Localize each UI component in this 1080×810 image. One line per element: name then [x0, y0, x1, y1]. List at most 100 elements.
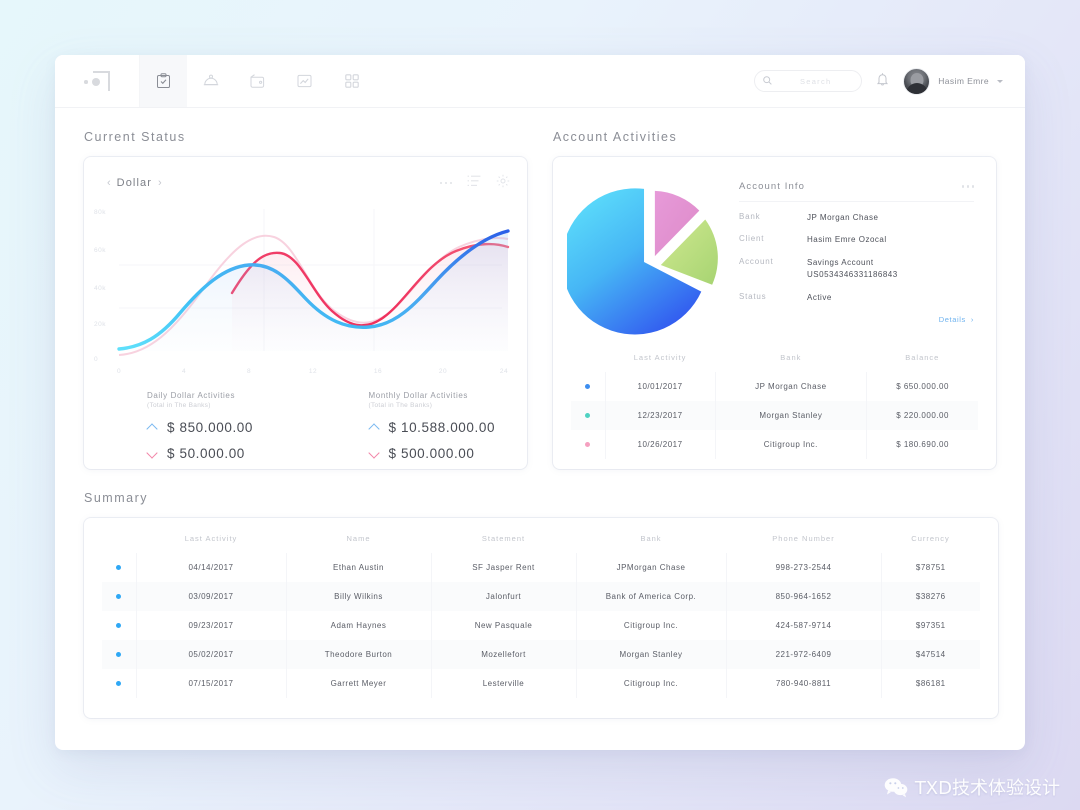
table-header-row: Last Activity Name Statement Bank Phone …	[102, 534, 980, 553]
col-balance: Balance	[905, 353, 940, 362]
account-info-row-client: Client Hasim Emre Ozocal	[739, 234, 974, 246]
app-header: Hasim Emre	[55, 55, 1025, 108]
cell-name: Adam Haynes	[285, 611, 431, 640]
account-info-title: Account Info	[739, 181, 806, 192]
search-box[interactable]	[754, 70, 863, 92]
field-value: Savings Account US0534346331186843	[807, 257, 898, 280]
x-tick-4: 4	[181, 368, 187, 375]
daily-dollar-activities: Daily Dollar Activities (Total in The Ba…	[84, 391, 306, 461]
cell-bank: JPMorgan Chase	[575, 553, 726, 582]
row-status-dot	[102, 640, 136, 669]
clipboard-check-icon	[156, 73, 171, 89]
nav-item-wallet[interactable]	[234, 55, 281, 107]
main-content: Current Status Account Activities ‹ Doll…	[55, 108, 1025, 718]
field-label: Client	[739, 234, 765, 244]
col-bank: Bank	[640, 534, 662, 543]
monthly-dollar-activities: Monthly Dollar Activities (Total in The …	[306, 391, 528, 461]
chevron-down-icon[interactable]	[997, 79, 1003, 83]
nav-item-chart-image[interactable]	[281, 55, 328, 107]
stat-title: Monthly Dollar Activities	[368, 391, 468, 400]
stat-subtitle: (Total in The Banks)	[368, 402, 433, 409]
cell-last-activity: 07/15/2017	[135, 669, 286, 698]
account-pie-chart	[553, 171, 739, 353]
col-currency: Currency	[911, 534, 950, 543]
cell-currency: $47514	[880, 640, 980, 669]
table-row[interactable]: 05/02/2017 Theodore Burton Mozellefort Morg…	[102, 640, 980, 669]
nav-item-service-bell[interactable]	[187, 55, 234, 107]
table-row[interactable]: 10/01/2017 JP Morgan Chase $ 650.000.00	[571, 372, 978, 401]
cell-phone: 850-964-1652	[725, 582, 881, 611]
cell-last-activity: 10/01/2017	[604, 372, 716, 401]
cell-phone: 424-587-9714	[725, 611, 881, 640]
summary-card: Last Activity Name Statement Bank Phone …	[84, 518, 998, 718]
cell-statement: Jalonfurt	[430, 582, 576, 611]
cell-currency: $86181	[880, 669, 980, 698]
chevron-right-icon: ›	[970, 314, 974, 324]
cell-balance: $ 650.000.00	[866, 372, 978, 401]
col-name: Name	[346, 534, 371, 543]
row-status-dot	[102, 582, 136, 611]
activity-table: Last Activity Bank Balance 10/01/2017 JP …	[571, 353, 978, 459]
chart-card-header: ‹ Dollar ›	[84, 171, 527, 195]
account-info-panel: Account Info Bank JP Morgan Chase Client…	[739, 171, 996, 353]
gear-icon[interactable]	[496, 174, 510, 193]
stat-subtitle: (Total in The Banks)	[147, 402, 211, 409]
table-row[interactable]: 12/23/2017 Morgan Stanley $ 220.000.00	[571, 401, 978, 430]
app-window: Hasim Emre Current Status Account Activi…	[55, 55, 1025, 750]
field-value: Active	[807, 292, 832, 302]
table-row[interactable]: 03/09/2017 Billy Wilkins Jalonfurt Bank of …	[102, 582, 980, 611]
cell-bank: Morgan Stanley	[575, 640, 726, 669]
more-dots-icon[interactable]	[961, 185, 974, 188]
account-info-row-account: Account Savings Account US05343463311868…	[739, 257, 974, 282]
cell-balance: $ 220.000.00	[866, 401, 978, 430]
bell-service-icon	[203, 74, 219, 88]
row-status-dot	[571, 372, 605, 401]
cell-statement: New Pasquale	[430, 611, 576, 640]
notification-bell-icon[interactable]	[876, 72, 889, 91]
col-last-activity: Last Activity	[184, 534, 238, 543]
nav-item-clipboard[interactable]	[140, 55, 187, 107]
logo-mark-icon	[84, 71, 110, 91]
col-bank: Bank	[780, 353, 802, 362]
x-tick-12: 12	[308, 368, 318, 375]
user-menu[interactable]: Hasim Emre	[903, 67, 1003, 95]
stat-up-row: $ 10.588.000.00	[369, 420, 528, 435]
chevron-right-icon[interactable]: ›	[152, 177, 168, 189]
wallet-icon	[250, 74, 265, 88]
table-row[interactable]: 04/14/2017 Ethan Austin SF Jasper Rent JPMo…	[102, 553, 980, 582]
cell-last-activity: 12/23/2017	[604, 401, 716, 430]
nav-item-apps-grid[interactable]	[328, 55, 375, 107]
app-logo[interactable]	[55, 55, 140, 107]
current-status-card: ‹ Dollar › 80k 60k 40k 20k 0 0 4 8 12 16…	[84, 157, 527, 469]
section-title-summary: Summary	[84, 491, 148, 505]
currency-label: Dollar	[116, 177, 153, 189]
row-status-dot	[102, 553, 136, 582]
search-input[interactable]	[778, 76, 854, 86]
col-dot	[102, 534, 136, 553]
stat-down-value: $ 500.000.00	[388, 446, 475, 461]
row-status-dot	[102, 611, 136, 640]
more-dots-icon[interactable]	[439, 181, 452, 185]
chevron-left-icon[interactable]: ‹	[101, 177, 117, 189]
stat-title: Daily Dollar Activities	[147, 391, 236, 400]
arrow-up-icon	[369, 424, 380, 431]
cell-bank: JP Morgan Chase	[714, 372, 867, 401]
table-row[interactable]: 09/23/2017 Adam Haynes New Pasquale Citigro…	[102, 611, 980, 640]
table-row[interactable]: 07/15/2017 Garrett Meyer Lesterville Citigr…	[102, 669, 980, 698]
row-status-dot	[571, 430, 605, 459]
details-link[interactable]: Details ›	[739, 315, 974, 324]
x-tick-16: 16	[373, 368, 383, 375]
cell-last-activity: 09/23/2017	[135, 611, 286, 640]
list-icon[interactable]	[467, 174, 481, 192]
grid-apps-icon	[344, 74, 359, 88]
cell-name: Billy Wilkins	[285, 582, 431, 611]
activity-table-wrap: Last Activity Bank Balance 10/01/2017 JP …	[553, 353, 996, 459]
watermark: TXD技术体验设计	[884, 774, 1060, 800]
summary-table: Last Activity Name Statement Bank Phone …	[102, 534, 980, 698]
cell-bank: Morgan Stanley	[714, 401, 867, 430]
table-row[interactable]: 10/26/2017 Citigroup Inc. $ 180.690.00	[571, 430, 978, 459]
table-header-row: Last Activity Bank Balance	[571, 353, 978, 372]
field-label: Bank	[739, 212, 761, 221]
cell-bank: Citigroup Inc.	[714, 430, 867, 459]
cell-bank: Bank of America Corp.	[575, 582, 726, 611]
